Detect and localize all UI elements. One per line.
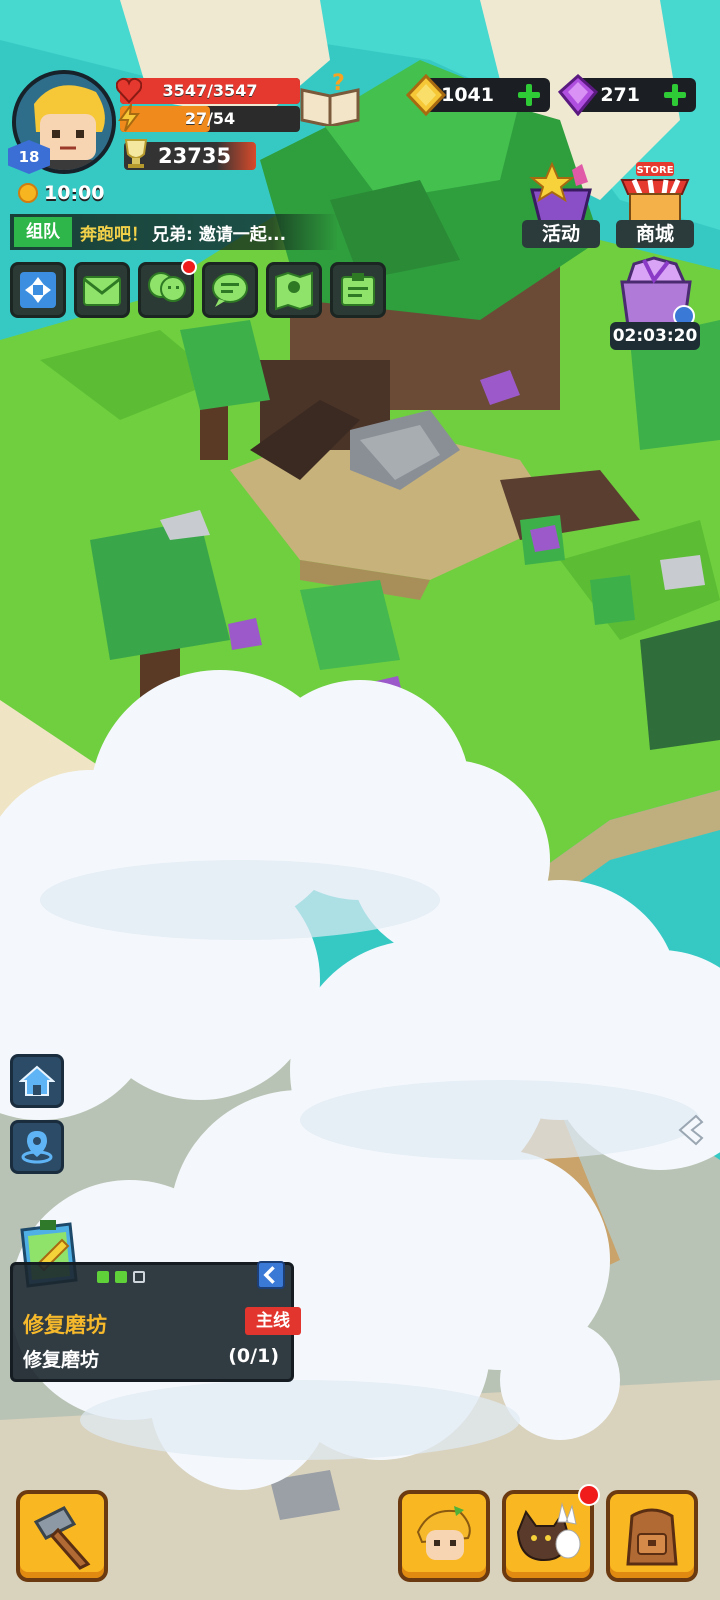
location-pin-icon xyxy=(21,1131,53,1164)
hero-head-icon xyxy=(416,1506,471,1560)
hero-button[interactable] xyxy=(398,1490,490,1582)
gold-coin-icon xyxy=(406,74,446,116)
activity-button[interactable]: 活动 xyxy=(522,160,600,248)
team-invite-banner[interactable]: 组队 奔跑吧！ 兄弟: 邀请一起... xyxy=(10,214,338,250)
backpack-icon xyxy=(626,1508,678,1566)
store-label: 商城 xyxy=(616,220,694,248)
gem-counter[interactable]: 271 xyxy=(558,74,696,116)
backpack-button[interactable] xyxy=(606,1490,698,1582)
energy-bar: 27/54 xyxy=(118,104,300,132)
quest-collapse-button[interactable] xyxy=(257,1261,285,1289)
location-button[interactable] xyxy=(10,1120,64,1174)
store-sign-text: STORE xyxy=(636,165,673,176)
quest-progress: (0/1) xyxy=(228,1345,279,1367)
team-text-body: 兄弟: 邀请一起... xyxy=(152,224,287,245)
main-quest-tag: 主线 xyxy=(245,1307,301,1335)
activity-label: 活动 xyxy=(522,220,600,248)
add-gold-icon[interactable] xyxy=(518,84,540,106)
home-icon xyxy=(19,1065,55,1096)
sun-icon xyxy=(18,183,38,203)
id-card-icon xyxy=(341,273,375,306)
hammer-icon xyxy=(33,1506,91,1570)
home-button[interactable] xyxy=(10,1054,64,1108)
friends-icon xyxy=(148,272,186,302)
game-clock: 10:00 xyxy=(18,180,104,206)
svg-text:?: ? xyxy=(332,72,345,96)
pets-icon xyxy=(516,1502,581,1562)
build-hammer-button[interactable] xyxy=(16,1490,108,1582)
quest-title: 修复磨坊 xyxy=(23,1313,107,1337)
chevron-left-icon xyxy=(263,1266,275,1284)
quest-dot-2 xyxy=(115,1271,127,1283)
mail-button[interactable] xyxy=(74,262,130,318)
quest-panel[interactable]: 修复磨坊 主线 修复磨坊 (0/1) xyxy=(10,1261,301,1382)
quest-dot-1 xyxy=(97,1271,109,1283)
expand-icon xyxy=(20,272,56,308)
quest-page-dots xyxy=(97,1271,145,1283)
store-button[interactable]: STORE 商城 xyxy=(616,160,694,248)
expand-button[interactable] xyxy=(10,262,66,318)
id-card-button[interactable] xyxy=(330,262,386,318)
map-icon xyxy=(275,271,313,311)
chevron-left-icon[interactable] xyxy=(670,1110,710,1150)
team-text-highlight: 奔跑吧！ xyxy=(80,224,148,245)
gold-counter[interactable]: 1041 xyxy=(406,74,550,116)
gift-timer: 02:03:20 xyxy=(610,322,700,350)
add-gems-icon[interactable] xyxy=(664,84,686,106)
gold-value: 1041 xyxy=(441,84,494,106)
energy-text: 27/54 xyxy=(184,109,236,128)
pets-notification-dot xyxy=(578,1484,600,1506)
map-button[interactable] xyxy=(266,262,322,318)
quest-description: 修复磨坊 xyxy=(23,1349,100,1371)
trophy-icon xyxy=(124,139,148,168)
mail-icon xyxy=(83,276,121,306)
chat-icon xyxy=(212,273,248,307)
team-tag: 组队 xyxy=(14,217,72,247)
book-icon[interactable]: ? xyxy=(298,72,362,126)
hp-bar: 3547/3547 xyxy=(116,77,300,104)
game-time-text: 10:00 xyxy=(44,182,105,204)
trophy-value: 23735 xyxy=(158,144,232,168)
hp-text: 3547/3547 xyxy=(162,81,258,100)
gem-value: 271 xyxy=(600,84,640,106)
purple-gem-icon xyxy=(558,74,598,116)
friends-button[interactable] xyxy=(138,259,197,318)
chat-button[interactable] xyxy=(202,262,258,318)
pets-button[interactable] xyxy=(502,1484,600,1582)
trophy-counter: 23735 xyxy=(124,139,256,170)
friends-notification-dot xyxy=(181,259,197,275)
quest-dot-3 xyxy=(133,1271,145,1283)
top-icon-row xyxy=(10,259,386,318)
gift-box-icon[interactable] xyxy=(614,256,698,330)
